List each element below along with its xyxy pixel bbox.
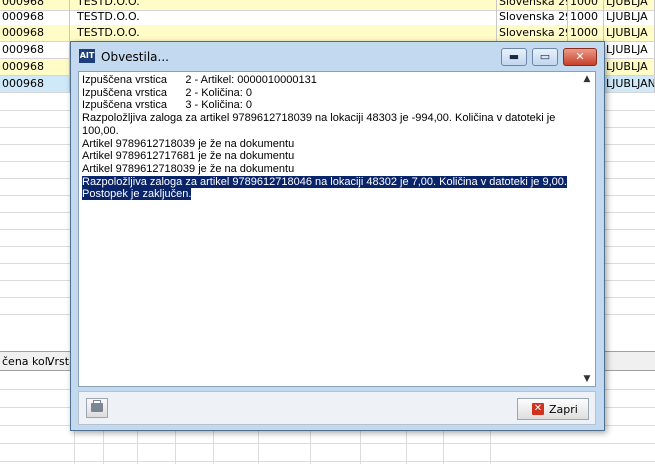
dialog-button-bar: ✕ Zapri [78, 391, 596, 425]
close-button[interactable]: ✕ Zapri [517, 398, 589, 420]
message-line: Artikel 9789612718039 je že na dokumentu [82, 162, 295, 175]
notifications-dialog: AIT Obvestila... ▬ ▭ ✕ Izpuščena vrstica… [70, 41, 605, 431]
selected-message-line: Razpoložljiva zaloga za artikel 97896127… [82, 175, 567, 188]
selected-message-line: Postopek je zaključen. [82, 188, 192, 201]
scroll-up-icon[interactable]: ▲ [582, 74, 592, 84]
minimize-icon: ▬ [508, 50, 520, 63]
close-icon: ✕ [575, 50, 585, 63]
message-list: Izpuščena vrstica 2 - Artikel: 000001000… [82, 74, 578, 201]
maximize-icon: ▭ [539, 50, 551, 63]
close-x-icon: ✕ [532, 403, 544, 415]
message-line: Izpuščena vrstica 3 - Količina: 0 [82, 99, 252, 112]
message-line: Artikel 9789612717681 je že na dokumentu [82, 150, 295, 163]
dialog-title: Obvestila... [101, 50, 169, 64]
maximize-button[interactable]: ▭ [532, 48, 558, 66]
minimize-button[interactable]: ▬ [501, 48, 527, 66]
message-line: Razpoložljiva zaloga za artikel 97896127… [82, 112, 559, 137]
print-button[interactable] [86, 398, 108, 418]
close-window-button[interactable]: ✕ [563, 48, 597, 66]
close-button-label: Zapri [549, 403, 578, 416]
dialog-titlebar[interactable]: AIT Obvestila... ▬ ▭ ✕ [71, 42, 604, 72]
message-line: Izpuščena vrstica 2 - Količina: 0 [82, 86, 252, 99]
messages-textarea[interactable]: Izpuščena vrstica 2 - Artikel: 000001000… [78, 71, 596, 387]
column-header[interactable]: čena kol. [2, 355, 51, 368]
message-line: Artikel 9789612718039 je že na dokumentu [82, 137, 295, 150]
message-line: Izpuščena vrstica 2 - Artikel: 000001000… [82, 74, 317, 86]
app-logo-icon: AIT [79, 49, 95, 63]
scroll-down-icon[interactable]: ▼ [582, 374, 592, 384]
vertical-scrollbar[interactable]: ▲ ▼ [579, 72, 595, 386]
printer-icon [91, 400, 103, 412]
